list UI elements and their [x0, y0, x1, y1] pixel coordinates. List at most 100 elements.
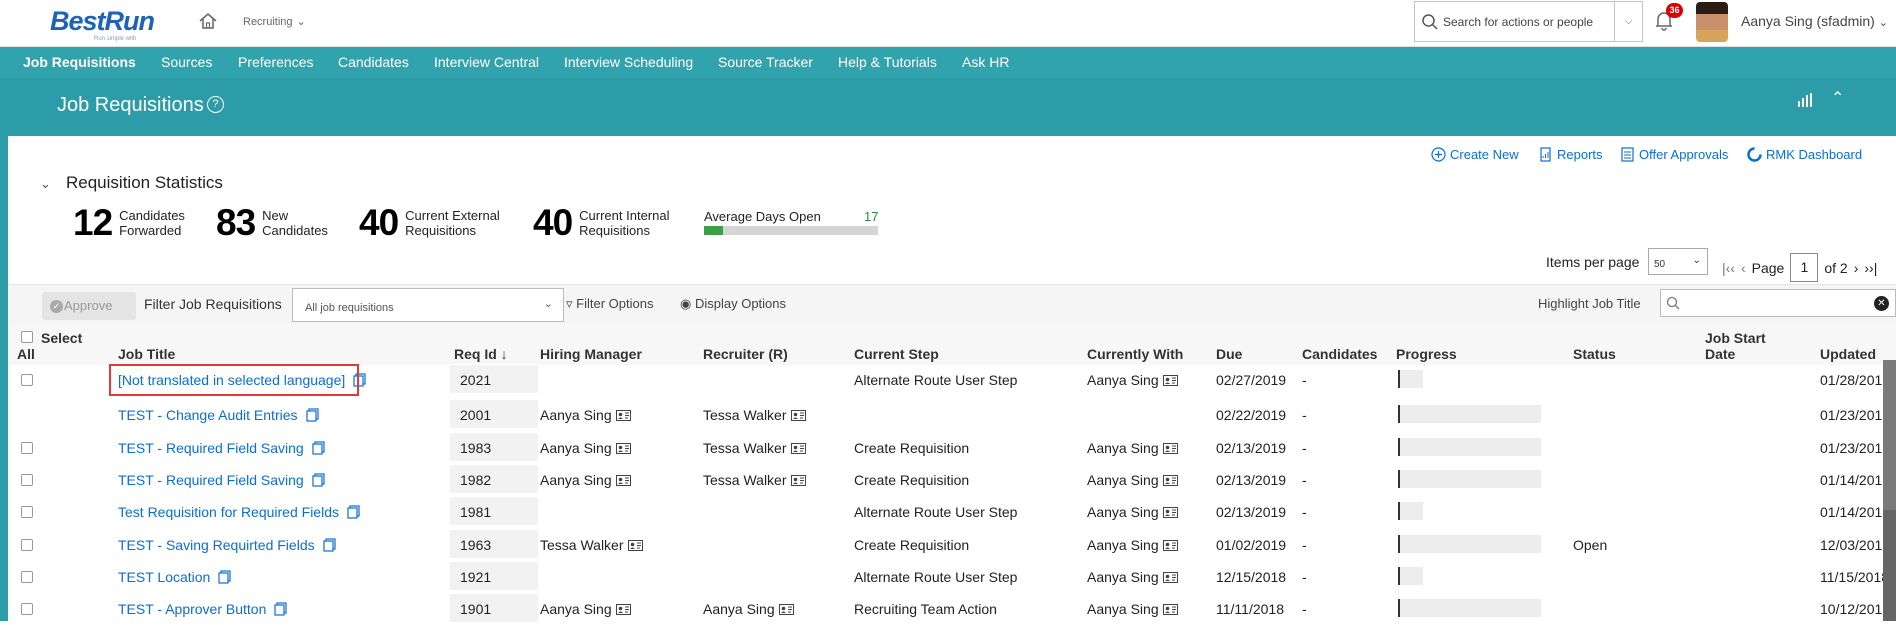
col-due[interactable]: Due [1216, 346, 1242, 362]
help-icon[interactable]: ? [207, 96, 224, 113]
nav-candidates[interactable]: Candidates [338, 54, 409, 70]
kpi-current-external-requisitions[interactable]: 40 Current External Requisitions [359, 202, 500, 244]
row-checkbox[interactable] [21, 374, 33, 386]
col-updated[interactable]: Updated [1820, 346, 1876, 362]
contact-card-icon[interactable] [790, 410, 806, 421]
job-title-link[interactable]: TEST - Approver Button [118, 601, 266, 617]
chevron-up-icon[interactable]: ⌃ [1831, 88, 1844, 108]
highlight-job-title-input[interactable]: ✕ [1660, 289, 1896, 317]
col-job-start-date[interactable]: Job Start Date [1705, 330, 1766, 362]
contact-card-icon[interactable] [615, 410, 631, 421]
copy-icon[interactable] [323, 538, 336, 552]
contact-card-icon[interactable] [790, 475, 806, 486]
col-candidates[interactable]: Candidates [1302, 346, 1377, 362]
nav-source-tracker[interactable]: Source Tracker [718, 54, 813, 70]
offer-approvals-link[interactable]: Offer Approvals [1620, 147, 1728, 162]
candidates-count[interactable]: - [1302, 440, 1307, 456]
previous-page-icon[interactable]: ‹ [1741, 260, 1746, 276]
company-logo[interactable]: BestRun Run simple with [48, 2, 188, 46]
next-page-icon[interactable]: › [1854, 260, 1859, 276]
col-current-step[interactable]: Current Step [854, 346, 939, 362]
job-title-link[interactable]: TEST - Saving Requirted Fields [118, 537, 315, 553]
select-all-checkbox[interactable] [21, 331, 33, 343]
copy-icon[interactable] [218, 570, 231, 584]
contact-card-icon[interactable] [1162, 572, 1178, 583]
global-search[interactable]: Search for actions or people ⌵ [1414, 1, 1643, 42]
row-checkbox[interactable] [21, 603, 33, 615]
nav-interview-scheduling[interactable]: Interview Scheduling [564, 54, 693, 70]
chevron-down-icon: ⌄ [543, 298, 553, 310]
user-menu[interactable]: Aanya Sing (sfadmin) ⌄ [1741, 13, 1888, 29]
contact-card-icon[interactable] [615, 475, 631, 486]
items-per-page-select[interactable]: 50 ⌄ [1648, 248, 1708, 275]
copy-icon[interactable] [347, 505, 360, 519]
contact-card-icon[interactable] [1162, 540, 1178, 551]
copy-icon[interactable] [312, 473, 325, 487]
job-title-link[interactable]: TEST - Required Field Saving [118, 440, 304, 456]
bar-chart-icon[interactable] [1797, 92, 1813, 108]
clear-icon[interactable]: ✕ [1874, 296, 1889, 311]
contact-card-icon[interactable] [778, 604, 794, 615]
copy-icon[interactable] [274, 602, 287, 616]
contact-card-icon[interactable] [1162, 507, 1178, 518]
contact-card-icon[interactable] [615, 604, 631, 615]
nav-ask-hr[interactable]: Ask HR [962, 54, 1009, 70]
col-hiring-manager[interactable]: Hiring Manager [540, 346, 642, 362]
candidates-count[interactable]: - [1302, 472, 1307, 488]
last-page-icon[interactable]: ››| [1864, 260, 1877, 276]
candidates-count[interactable]: - [1302, 569, 1307, 585]
row-checkbox[interactable] [21, 442, 33, 454]
candidates-count[interactable]: - [1302, 504, 1307, 520]
candidates-count[interactable]: - [1302, 537, 1307, 553]
kpi-new-candidates[interactable]: 83 New Candidates [216, 202, 328, 244]
nav-preferences[interactable]: Preferences [238, 54, 313, 70]
col-job-title[interactable]: Job Title [118, 346, 175, 362]
kpi-current-internal-requisitions[interactable]: 40 Current Internal Requisitions [533, 202, 669, 244]
row-checkbox[interactable] [21, 571, 33, 583]
col-req-id[interactable]: Req Id ↓ [454, 346, 508, 362]
filter-options-button[interactable]: ▿ Filter Options [566, 296, 653, 312]
filter-select[interactable]: All job requisitions ⌄ [292, 288, 564, 322]
avatar[interactable] [1696, 2, 1728, 42]
row-checkbox[interactable] [21, 506, 33, 518]
candidates-count[interactable]: - [1302, 601, 1307, 617]
job-title-link[interactable]: Test Requisition for Required Fields [118, 504, 339, 520]
nav-job-requisitions[interactable]: Job Requisitions [23, 54, 136, 70]
approve-button[interactable]: ✓ Approve [42, 292, 136, 320]
contact-card-icon[interactable] [1162, 443, 1178, 454]
page-number-input[interactable]: 1 [1790, 253, 1819, 282]
contact-card-icon[interactable] [615, 443, 631, 454]
module-switcher[interactable]: Recruiting ⌄ [239, 12, 306, 29]
contact-card-icon[interactable] [1162, 604, 1178, 615]
col-currently-with[interactable]: Currently With [1087, 346, 1183, 362]
job-title-link[interactable]: TEST - Change Audit Entries [118, 407, 298, 423]
home-icon[interactable] [197, 10, 219, 32]
kpi-candidates-forwarded[interactable]: 12 Candidates Forwarded [73, 202, 185, 244]
contact-card-icon[interactable] [1162, 475, 1178, 486]
reports-link[interactable]: Reports [1538, 147, 1603, 162]
candidates-count[interactable]: - [1302, 407, 1307, 423]
nav-interview-central[interactable]: Interview Central [434, 54, 539, 70]
col-recruiter[interactable]: Recruiter (R) [703, 346, 788, 362]
row-checkbox[interactable] [21, 539, 33, 551]
nav-sources[interactable]: Sources [161, 54, 212, 70]
first-page-icon[interactable]: |‹‹ [1722, 260, 1735, 276]
col-progress[interactable]: Progress [1396, 346, 1457, 362]
contact-card-icon[interactable] [790, 443, 806, 454]
job-title-link[interactable]: TEST Location [118, 569, 210, 585]
requisition-statistics-toggle[interactable]: ⌄ Requisition Statistics [40, 173, 223, 193]
nav-help-tutorials[interactable]: Help & Tutorials [838, 54, 937, 70]
copy-icon[interactable] [305, 408, 319, 422]
candidates-count[interactable]: - [1302, 372, 1307, 388]
contact-card-icon[interactable] [627, 540, 643, 551]
display-options-button[interactable]: ◉ Display Options [680, 296, 786, 312]
search-dropdown-button[interactable]: ⌵ [1614, 2, 1642, 41]
job-title-link[interactable]: TEST - Required Field Saving [118, 472, 304, 488]
scrollbar-thumb[interactable] [1883, 360, 1896, 510]
copy-icon[interactable] [312, 441, 325, 455]
col-status[interactable]: Status [1573, 346, 1616, 362]
create-new-link[interactable]: Create New [1431, 147, 1519, 162]
rmk-dashboard-link[interactable]: RMK Dashboard [1747, 147, 1862, 162]
row-checkbox[interactable] [21, 474, 33, 486]
contact-card-icon[interactable] [1162, 375, 1178, 386]
